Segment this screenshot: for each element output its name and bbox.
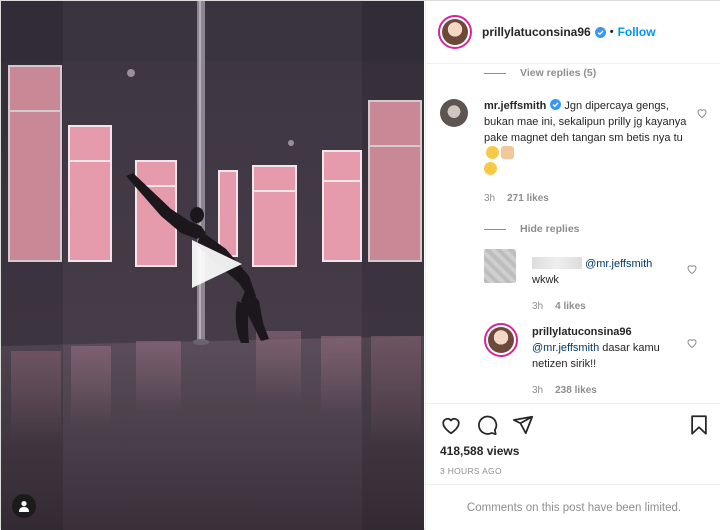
reply-time: 3h (532, 301, 544, 312)
bookmark-icon[interactable] (688, 414, 710, 436)
commenter-avatar[interactable] (484, 323, 518, 357)
comment-meta: 3h 271 likes (484, 193, 549, 204)
reply-time: 3h (532, 385, 544, 396)
comment-time: 3h (484, 193, 496, 204)
post-video[interactable] (1, 1, 424, 530)
play-button[interactable] (188, 236, 244, 292)
post-timestamp[interactable]: 3 HOURS AGO (440, 466, 502, 476)
heart-icon[interactable] (686, 263, 698, 275)
commenter-avatar[interactable] (440, 99, 468, 127)
action-bar: 418,588 views 3 HOURS AGO (426, 403, 720, 487)
comment-item: mr.jeffsmith Jgn dipercaya gengs, bukan … (440, 99, 710, 209)
reply-likes[interactable]: 4 likes (555, 301, 586, 312)
play-icon (192, 240, 242, 288)
reply-meta: 3h 4 likes (532, 301, 586, 312)
commenter-username[interactable]: prillylatuconsina96 (532, 326, 632, 338)
reply-body: wkwk (532, 274, 559, 286)
hide-replies-label: Hide replies (520, 223, 580, 235)
reply-text: @mr.jeffsmith wkwk (532, 256, 692, 288)
reply-likes[interactable]: 238 likes (555, 385, 597, 396)
comment-text: mr.jeffsmith Jgn dipercaya gengs, bukan … (484, 98, 689, 178)
view-replies-button[interactable]: View replies (5) (484, 67, 596, 79)
view-replies-label: View replies (5) (520, 67, 597, 79)
comments-list: View replies (5) mr.jeffsmith Jgn diperc… (426, 65, 720, 403)
ok-hand-emoji-icon (501, 146, 514, 159)
view-count[interactable]: 418,588 views (440, 444, 519, 458)
post-sidebar: prillylatuconsina96 • Follow View replie… (425, 1, 720, 530)
verified-badge-icon (594, 26, 606, 38)
reply-item: @mr.jeffsmith wkwk 3h 4 likes (484, 249, 710, 312)
laughing-emoji-icon (486, 146, 499, 159)
commenter-username[interactable] (532, 257, 582, 269)
user-icon (19, 501, 29, 512)
commenter-username[interactable]: mr.jeffsmith (484, 100, 546, 112)
reply-meta: 3h 238 likes (532, 385, 597, 396)
reply-text: prillylatuconsina96 @mr.jeffsmith dasar … (532, 324, 692, 372)
comment-likes[interactable]: 271 likes (507, 193, 549, 204)
follow-button[interactable]: Follow (618, 25, 656, 39)
post-header: prillylatuconsina96 • Follow (426, 1, 720, 64)
heart-icon[interactable] (686, 337, 698, 349)
hide-replies-button[interactable]: Hide replies (484, 223, 580, 235)
reply-mention[interactable]: @mr.jeffsmith (585, 258, 652, 270)
commenter-avatar[interactable] (484, 249, 516, 283)
heart-icon[interactable] (696, 107, 708, 119)
tagged-users-button[interactable] (12, 494, 36, 518)
header-separator: • (609, 26, 614, 38)
comments-limited-notice: Comments on this post have been limited. (426, 484, 720, 530)
verified-badge-icon (550, 99, 562, 110)
paper-plane-icon[interactable] (512, 414, 534, 436)
reply-mention[interactable]: @mr.jeffsmith (532, 342, 599, 354)
author-avatar[interactable] (438, 15, 472, 49)
comment-icon[interactable] (476, 414, 498, 436)
tongue-emoji-icon (484, 162, 497, 175)
reply-item: prillylatuconsina96 @mr.jeffsmith dasar … (484, 323, 710, 403)
author-username[interactable]: prillylatuconsina96 (482, 25, 591, 39)
instagram-post: prillylatuconsina96 • Follow View replie… (0, 0, 720, 530)
heart-icon[interactable] (440, 414, 462, 436)
